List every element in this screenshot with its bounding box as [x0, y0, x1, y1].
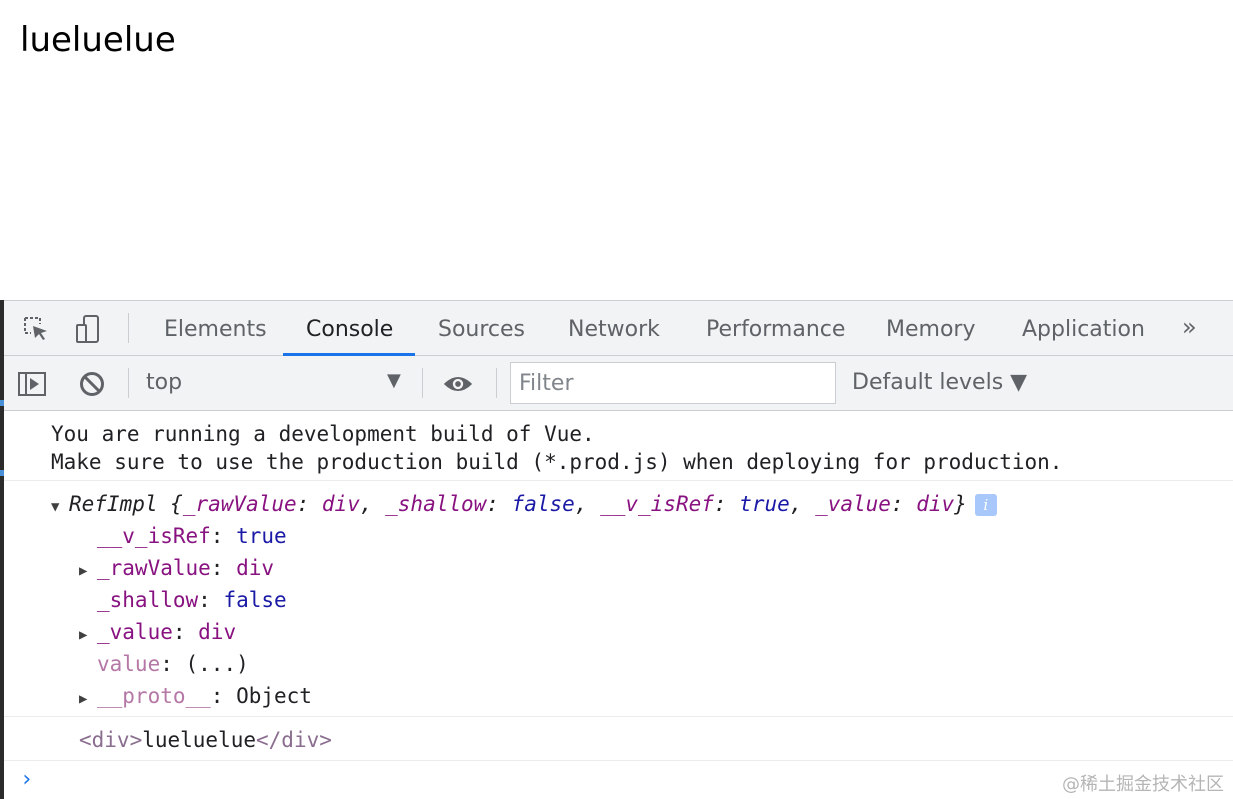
filter-input[interactable]: Filter — [510, 362, 836, 404]
message-line: You are running a development build of V… — [51, 422, 595, 446]
inspect-element-icon[interactable] — [20, 313, 52, 345]
object-preview[interactable]: ▼ RefImpl {_rawValue: div, _shallow: fals… — [51, 489, 997, 522]
tab-console[interactable]: Console — [306, 301, 393, 356]
page-text: lueluelue — [20, 20, 176, 60]
expand-triangle-icon[interactable]: ▶ — [79, 556, 97, 586]
console-toolbar: top ▼ Filter Default levels ▼ — [4, 356, 1233, 411]
log-levels-dropdown[interactable]: Default levels ▼ — [852, 370, 1027, 395]
devtools-tabbar: Elements Console Sources Network Perform… — [4, 301, 1233, 356]
info-icon[interactable]: i — [974, 494, 997, 516]
property-row: __v_isRef: true — [97, 524, 287, 548]
context-dropdown-arrow[interactable]: ▼ — [387, 370, 401, 391]
property-row[interactable]: ▶ __proto__: Object — [79, 681, 312, 714]
property-row[interactable]: ▶ _rawValue: div — [79, 553, 274, 586]
collapse-triangle-icon[interactable]: ▼ — [51, 492, 69, 522]
context-selector[interactable]: top — [146, 370, 182, 395]
more-tabs-icon[interactable]: » — [1182, 313, 1197, 341]
device-toolbar-icon[interactable] — [72, 313, 104, 345]
console-prompt-icon[interactable]: › — [20, 767, 33, 792]
element-node[interactable]: <div>lueluelue</div> — [79, 725, 332, 755]
tab-memory[interactable]: Memory — [886, 301, 975, 356]
tab-elements[interactable]: Elements — [164, 301, 267, 356]
expand-triangle-icon[interactable]: ▶ — [79, 684, 97, 714]
message-line: Make sure to use the production build (*… — [51, 450, 1063, 474]
console-message-element: <div>lueluelue</div> — [4, 717, 1233, 761]
expand-triangle-icon[interactable]: ▶ — [79, 620, 97, 650]
tab-application[interactable]: Application — [1022, 301, 1145, 356]
console-message-refimpl: ▼ RefImpl {_rawValue: div, _shallow: fals… — [4, 481, 1233, 717]
show-sidebar-icon[interactable] — [16, 368, 48, 400]
devtools-panel: Elements Console Sources Network Perform… — [4, 300, 1233, 799]
console-output: You are running a development build of V… — [4, 411, 1233, 799]
tab-sources[interactable]: Sources — [438, 301, 525, 356]
watermark: @稀土掘金技术社区 — [1062, 774, 1224, 795]
property-row: _shallow: false — [97, 588, 287, 612]
property-row[interactable]: value: (...) — [97, 649, 249, 679]
tab-network[interactable]: Network — [568, 301, 660, 356]
webpage-content: lueluelue — [0, 0, 1233, 300]
tab-performance[interactable]: Performance — [706, 301, 845, 356]
console-message-vue-warning: You are running a development build of V… — [4, 411, 1233, 481]
live-expression-eye-icon[interactable] — [442, 368, 474, 400]
property-row[interactable]: ▶ _value: div — [79, 617, 236, 650]
clear-console-icon[interactable] — [76, 368, 108, 400]
